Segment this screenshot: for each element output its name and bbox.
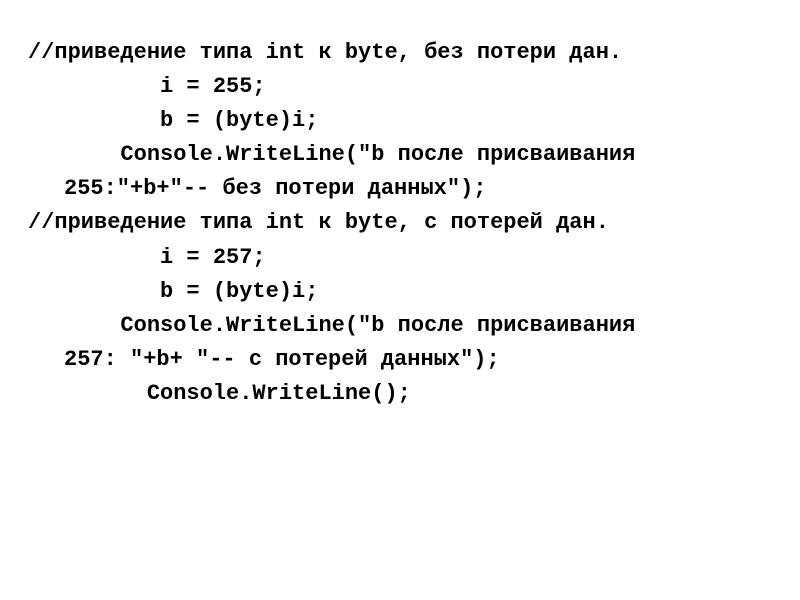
- code-line-write1b: 255:"+b+"-- без потери данных");: [28, 172, 772, 206]
- code-line-write2b: 257: "+b+ "-- с потерей данных");: [28, 343, 772, 377]
- code-line-write3: Console.WriteLine();: [28, 377, 772, 411]
- code-line-write1a: Console.WriteLine("b после присваивания: [28, 138, 772, 172]
- code-line-cast2: b = (byte)i;: [28, 275, 772, 309]
- code-line-i255: i = 255;: [28, 70, 772, 104]
- code-line-write2a: Console.WriteLine("b после присваивания: [28, 309, 772, 343]
- comment-line-1: //приведение типа int к byte, без потери…: [28, 36, 772, 70]
- code-line-i257: i = 257;: [28, 241, 772, 275]
- comment-line-2: //приведение типа int к byte, с потерей …: [28, 206, 772, 240]
- code-slide: //приведение типа int к byte, без потери…: [0, 0, 800, 411]
- code-line-cast1: b = (byte)i;: [28, 104, 772, 138]
